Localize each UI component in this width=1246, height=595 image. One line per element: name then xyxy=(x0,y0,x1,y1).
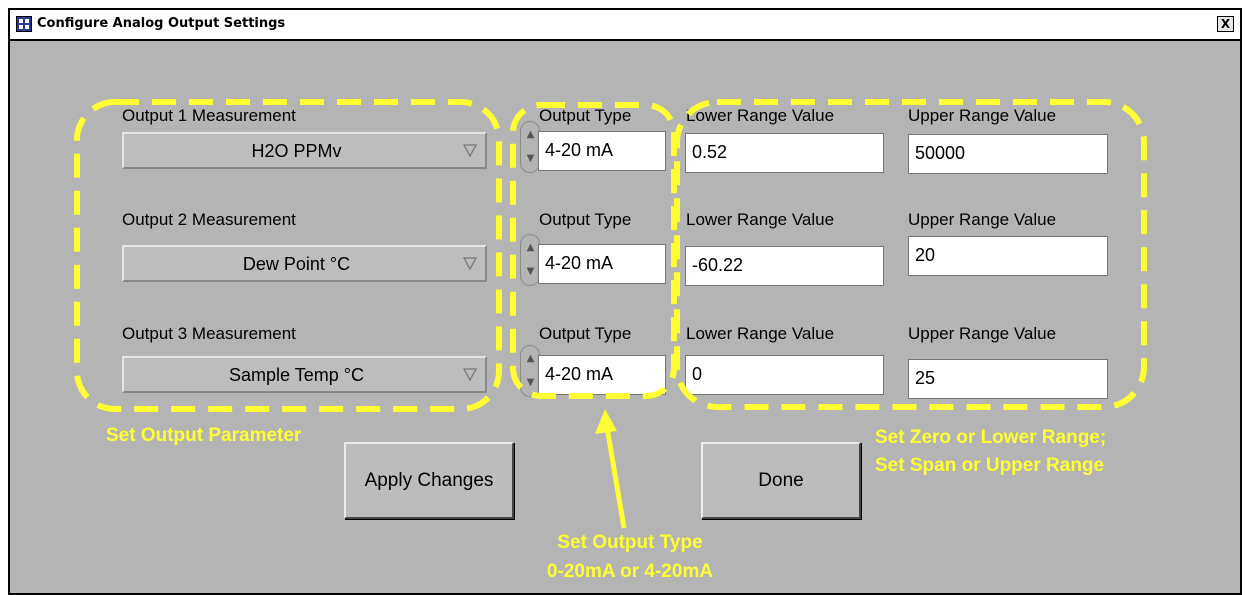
output-3-lower-range-field[interactable]: 0 xyxy=(685,355,884,395)
output-2-measurement-label: Output 2 Measurement xyxy=(122,210,296,229)
window-title: Configure Analog Output Settings xyxy=(37,16,286,31)
chevron-down-icon xyxy=(463,144,477,157)
close-button[interactable]: X xyxy=(1217,16,1234,32)
output-1-type-ring[interactable]: ▲ ▼ xyxy=(520,121,540,173)
chevron-down-icon xyxy=(463,257,477,270)
configure-analog-output-window: Configure Analog Output Settings X Outpu… xyxy=(8,8,1242,595)
output-3-type-label: Output Type xyxy=(539,324,632,343)
output-3-upper-range-label: Upper Range Value xyxy=(908,324,1057,343)
output-1-measurement-dropdown[interactable]: H2O PPMv xyxy=(122,132,487,169)
output-3-measurement-value: Sample Temp °C xyxy=(229,365,364,385)
increment-arrow-icon[interactable]: ▲ xyxy=(524,348,537,370)
output-2-upper-range-label: Upper Range Value xyxy=(908,210,1057,229)
output-2-lower-range-label: Lower Range Value xyxy=(686,210,835,229)
decrement-arrow-icon[interactable]: ▼ xyxy=(524,372,537,394)
output-1-type-label: Output Type xyxy=(539,106,632,125)
annotation-set-output-parameter: Set Output Parameter xyxy=(106,425,302,446)
output-1-measurement-value: H2O PPMv xyxy=(251,141,342,161)
annotation-range-line-2: Set Span or Upper Range xyxy=(875,455,1105,476)
app-icon xyxy=(16,16,32,32)
chevron-down-icon xyxy=(463,368,477,381)
annotation-type-line-1: Set Output Type xyxy=(557,532,703,553)
output-1-lower-range-label: Lower Range Value xyxy=(686,106,835,125)
apply-changes-button[interactable]: Apply Changes xyxy=(344,442,514,519)
output-3-type-ring[interactable]: ▲ ▼ xyxy=(520,345,540,397)
output-2-type-field[interactable]: 4-20 mA xyxy=(538,244,666,284)
output-1-type-field[interactable]: 4-20 mA xyxy=(538,131,666,171)
decrement-arrow-icon[interactable]: ▼ xyxy=(524,148,537,170)
increment-arrow-icon[interactable]: ▲ xyxy=(524,237,537,259)
output-2-measurement-dropdown[interactable]: Dew Point °C xyxy=(122,245,487,282)
output-1-measurement-label: Output 1 Measurement xyxy=(122,106,296,125)
output-1-upper-range-label: Upper Range Value xyxy=(908,106,1057,125)
annotation-overlay xyxy=(74,99,1147,529)
output-1-lower-range-field[interactable]: 0.52 xyxy=(685,133,884,173)
output-1-upper-range-field[interactable]: 50000 xyxy=(908,134,1108,174)
title-bar: Configure Analog Output Settings X xyxy=(10,10,1240,41)
decrement-arrow-icon[interactable]: ▼ xyxy=(524,261,537,283)
output-3-measurement-dropdown[interactable]: Sample Temp °C xyxy=(122,356,487,393)
annotation-range-line-1: Set Zero or Lower Range; xyxy=(875,427,1107,448)
output-3-type-field[interactable]: 4-20 mA xyxy=(538,355,666,395)
increment-arrow-icon[interactable]: ▲ xyxy=(524,124,537,146)
output-3-measurement-label: Output 3 Measurement xyxy=(122,324,296,343)
output-2-measurement-value: Dew Point °C xyxy=(242,254,351,274)
output-2-upper-range-field[interactable]: 20 xyxy=(908,236,1108,276)
output-2-lower-range-field[interactable]: -60.22 xyxy=(685,246,884,286)
output-3-upper-range-field[interactable]: 25 xyxy=(908,359,1108,399)
output-2-type-label: Output Type xyxy=(539,210,632,229)
output-2-type-ring[interactable]: ▲ ▼ xyxy=(520,234,540,286)
annotation-type-line-2: 0-20mA or 4-20mA xyxy=(546,561,714,582)
done-button[interactable]: Done xyxy=(701,442,861,519)
output-3-lower-range-label: Lower Range Value xyxy=(686,324,835,343)
